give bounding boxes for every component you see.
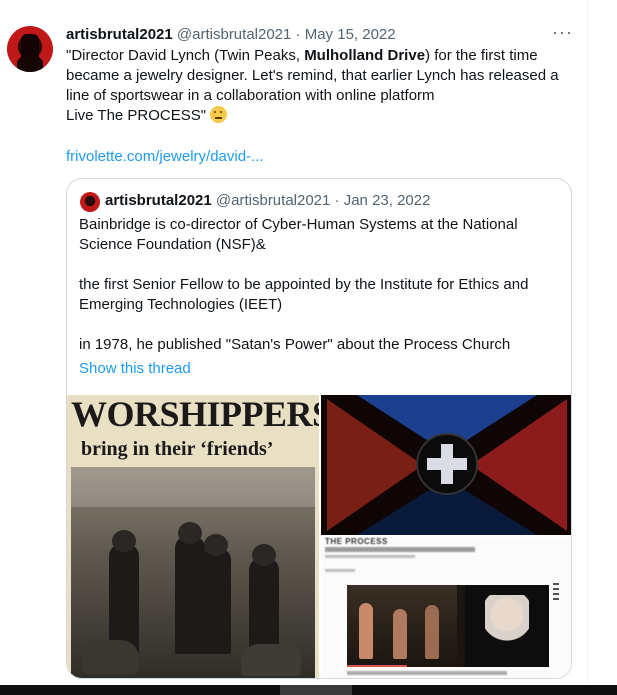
author-name[interactable]: artisbrutal2021 xyxy=(66,26,173,43)
author-avatar[interactable] xyxy=(7,26,53,72)
article-share-icons xyxy=(553,583,559,603)
photo-person xyxy=(249,558,279,654)
newspaper-headline: WORSHIPPERS xyxy=(71,395,319,434)
avatar-figure-body xyxy=(17,56,43,72)
article-caption xyxy=(347,671,507,675)
more-options-icon[interactable]: ··· xyxy=(552,22,573,43)
quoted-paragraph: in 1978, he published "Satan's Power" ab… xyxy=(79,336,511,353)
article-subtitle xyxy=(325,547,475,552)
photo-person-head xyxy=(252,544,276,566)
quoted-tweet-date[interactable]: Jan 23, 2022 xyxy=(344,192,431,209)
taskbar-segment xyxy=(280,685,352,695)
quoted-paragraph: the first Senior Fellow to be appointed … xyxy=(79,276,529,313)
tweet-link[interactable]: frivolette.com/jewelry/david-... xyxy=(66,147,264,167)
newspaper-photo xyxy=(71,467,315,678)
tweet[interactable]: artisbrutal2021 @artisbrutal2021 · May 1… xyxy=(0,0,588,685)
article-dateline xyxy=(325,569,355,572)
newspaper-subheadline: bring in their ‘friends’ xyxy=(81,438,274,460)
article-caption-accent xyxy=(347,665,407,667)
photo-person-head xyxy=(112,530,136,552)
thinking-face-emoji-icon xyxy=(210,106,228,123)
quoted-author-handle[interactable]: @artisbrutal2021 xyxy=(216,192,330,209)
article-photo-person xyxy=(393,609,407,659)
article-byline xyxy=(325,555,415,558)
tweet-text-bold: Mulholland Drive xyxy=(304,47,426,64)
media-image-newspaper[interactable]: WORSHIPPERS bring in their ‘friends’ xyxy=(67,395,319,678)
symbol-cross xyxy=(441,444,453,484)
quoted-author-name[interactable]: artisbrutal2021 xyxy=(105,192,212,209)
media-image-process-symbol[interactable] xyxy=(321,395,571,535)
quoted-separator-dot: · xyxy=(334,192,340,209)
quoted-paragraph: Bainbridge is co-director of Cyber-Human… xyxy=(79,216,518,253)
quoted-tweet-text: Bainbridge is co-director of Cyber-Human… xyxy=(79,215,561,355)
article-photo-person xyxy=(359,603,373,659)
media-image-article[interactable]: THE PROCESS xyxy=(321,537,571,678)
article-photo-face xyxy=(485,595,529,651)
article-photo-person xyxy=(425,605,439,659)
photo-dog xyxy=(241,644,301,676)
show-thread-link[interactable]: Show this thread xyxy=(79,359,191,379)
photo-dog xyxy=(83,640,139,674)
photo-background-structure xyxy=(71,467,315,507)
article-title: THE PROCESS xyxy=(325,537,388,546)
quoted-tweet[interactable]: artisbrutal2021 @artisbrutal2021 · Jan 2… xyxy=(66,178,572,679)
tweet-text-part-1: "Director David Lynch (Twin Peaks, xyxy=(66,47,305,64)
photo-person xyxy=(201,548,231,654)
tweet-header: artisbrutal2021 @artisbrutal2021 · May 1… xyxy=(66,25,396,45)
photo-person-head xyxy=(204,534,228,556)
quoted-author-avatar[interactable] xyxy=(80,192,100,212)
photo-person xyxy=(109,544,139,654)
quoted-tweet-header: artisbrutal2021 @artisbrutal2021 · Jan 2… xyxy=(105,191,430,211)
taskbar-strip xyxy=(0,685,617,695)
tweet-text: "Director David Lynch (Twin Peaks, Mulho… xyxy=(66,46,576,126)
media-grid: WORSHIPPERS bring in their ‘friends’ THE… xyxy=(67,395,571,678)
article-photo xyxy=(347,585,549,667)
separator-dot: · xyxy=(295,26,301,43)
author-handle[interactable]: @artisbrutal2021 xyxy=(177,26,291,43)
tweet-text-part-3: Live The PROCESS" xyxy=(66,107,207,124)
tweet-date[interactable]: May 15, 2022 xyxy=(305,26,396,43)
photo-person-head xyxy=(178,522,202,544)
